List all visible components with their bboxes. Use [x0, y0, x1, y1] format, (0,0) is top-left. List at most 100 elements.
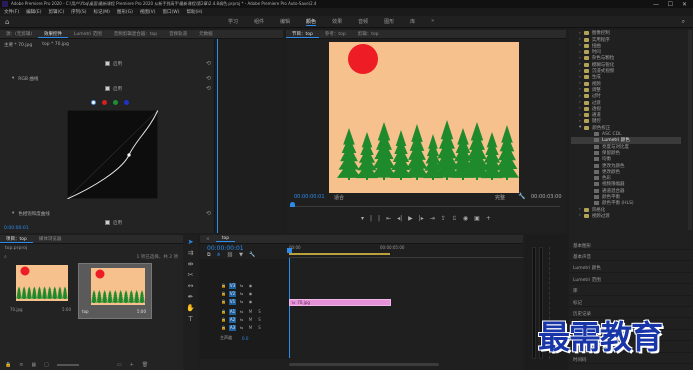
sync-lock-icon[interactable]: ⇆	[238, 325, 245, 331]
sync-lock-icon[interactable]: ⇆	[238, 309, 245, 315]
chevron-right-icon[interactable]: ›	[579, 43, 581, 48]
lock-icon[interactable]: 🔒	[220, 325, 227, 331]
enable-checkbox[interactable]	[105, 86, 110, 91]
rgb-curve-graph[interactable]	[67, 110, 158, 199]
chevron-right-icon[interactable]: ›	[579, 37, 581, 42]
menu-sequence[interactable]: 序列(S)	[71, 9, 86, 15]
reset-icon[interactable]: ⟲	[206, 60, 211, 67]
sync-lock-icon[interactable]: ⇆	[238, 291, 245, 297]
close-button[interactable]: ✕	[682, 1, 687, 8]
export-frame-icon[interactable]: ◉	[463, 215, 468, 222]
mark-clip-icon[interactable]: |	[378, 215, 380, 222]
snap-icon[interactable]: ⋔	[217, 252, 221, 258]
razor-tool-icon[interactable]: ✂	[186, 270, 195, 279]
menu-clip[interactable]: 剪辑(C)	[48, 9, 64, 15]
tab-metadata[interactable]: 元数据	[193, 31, 219, 37]
eye-icon[interactable]: ◉	[247, 283, 254, 289]
tab-audio-tracks[interactable]: 音频轨道	[163, 31, 193, 37]
track-target[interactable]: V3	[229, 283, 236, 289]
search-icon[interactable]: ⌕	[4, 254, 7, 260]
workspace-effects[interactable]: 效果	[332, 18, 342, 26]
workspace-color[interactable]: 颜色	[306, 18, 317, 26]
reset-icon[interactable]: ⟲	[206, 85, 211, 92]
step-back-icon[interactable]: ◂|	[397, 215, 402, 222]
chevron-right-icon[interactable]: ›	[579, 106, 581, 111]
source-clip-label[interactable]: 主要 * 70.jpg	[4, 42, 32, 48]
workspace-editing[interactable]: 编辑	[280, 18, 290, 26]
panel-tab-item[interactable]: 库	[569, 288, 693, 296]
slip-tool-icon[interactable]: ↔	[186, 281, 195, 290]
sync-lock-icon[interactable]: ⇆	[238, 299, 245, 305]
workspace-assembly[interactable]: 组件	[254, 18, 264, 26]
menu-edit[interactable]: 编辑(E)	[26, 9, 41, 15]
enable-checkbox[interactable]	[105, 61, 110, 66]
tab-effect-controls[interactable]: 效果控件	[38, 31, 69, 38]
play-icon[interactable]: ▶	[408, 215, 413, 222]
chevron-right-icon[interactable]: ›	[579, 207, 581, 212]
sequence-clip-label[interactable]: top * 70.jpg	[42, 42, 69, 47]
chevron-down-icon[interactable]: ▾	[579, 125, 581, 130]
sync-lock-icon[interactable]: ⇆	[238, 317, 245, 323]
zoom-slider[interactable]	[56, 364, 79, 366]
quality-dropdown[interactable]: 完整	[495, 194, 505, 201]
menu-file[interactable]: 文件(F)	[4, 9, 19, 15]
freeform-view-icon[interactable]: ▢	[44, 362, 49, 368]
list-view-icon[interactable]: ≡	[19, 362, 23, 368]
ripple-edit-tool-icon[interactable]: ⇹	[186, 259, 195, 268]
menu-view[interactable]: 视图(V)	[140, 9, 156, 15]
solo-button[interactable]: S	[256, 325, 263, 331]
go-to-out-icon[interactable]: ⇥	[430, 215, 435, 222]
lock-icon[interactable]: 🔒	[220, 291, 227, 297]
track-master[interactable]: 主声道 0.0	[220, 335, 284, 341]
panel-tab-item[interactable]: Lumetri 范围	[569, 276, 693, 285]
workspace-graphics[interactable]: 图形	[384, 18, 394, 26]
white-channel-icon[interactable]	[91, 100, 96, 105]
settings-icon[interactable]: 🔧	[249, 252, 255, 258]
enable-checkbox[interactable]	[105, 220, 110, 225]
mute-button[interactable]: M	[247, 325, 254, 331]
track-target[interactable]: A3	[229, 325, 236, 331]
chevron-right-icon[interactable]: ›	[579, 213, 581, 218]
mark-out-icon[interactable]: |	[370, 215, 372, 222]
extract-icon[interactable]: ⇫	[452, 215, 457, 222]
mute-button[interactable]: M	[247, 317, 254, 323]
fit-dropdown[interactable]: 适合	[334, 194, 344, 201]
track-a3[interactable]: 🔒 A3 ⇆ M S	[220, 325, 284, 331]
tab-media-browser[interactable]: 媒体浏览器	[33, 236, 68, 242]
mark-in-icon[interactable]: ▾	[361, 215, 364, 222]
track-select-tool-icon[interactable]: ⇉	[186, 248, 195, 257]
track-a2[interactable]: 🔒 A2 ⇆ M S	[220, 317, 284, 323]
timeline-hscroll[interactable]	[289, 363, 439, 366]
reset-icon[interactable]: ⟲	[206, 210, 211, 217]
project-item-selected[interactable]: top 5:00	[78, 263, 152, 319]
workspace-audio[interactable]: 音频	[358, 18, 368, 26]
green-channel-icon[interactable]	[113, 100, 118, 105]
track-v2[interactable]: 🔒 V2 ⇆ ◉	[220, 291, 280, 297]
solo-button[interactable]: S	[256, 309, 263, 315]
work-area-bar[interactable]	[289, 253, 390, 255]
clip-thumbnail[interactable]	[16, 265, 68, 301]
chevron-right-icon[interactable]: ›	[579, 50, 581, 55]
selection-tool-icon[interactable]: ➤	[186, 237, 195, 246]
search-icon[interactable]: ⌕	[682, 18, 685, 26]
track-target[interactable]: V1	[229, 299, 236, 305]
playhead-marker-icon[interactable]	[290, 202, 295, 207]
ec-hue-sat-row[interactable]: ▾ 色相饱和度曲线	[0, 210, 214, 217]
chevron-right-icon[interactable]: ›	[579, 62, 581, 67]
minimize-button[interactable]: —	[653, 1, 659, 8]
chevron-right-icon[interactable]: ›	[579, 119, 581, 124]
track-target[interactable]: A1	[229, 309, 236, 315]
lock-icon[interactable]: 🔒	[220, 309, 227, 315]
tab-project[interactable]: 项目：top	[0, 236, 33, 243]
linked-icon[interactable]: ⛓	[227, 252, 233, 258]
tab-lumetri-scopes[interactable]: Lumetri 范围	[68, 31, 108, 37]
timeline-timecode[interactable]: 00:00:00:01	[207, 245, 244, 252]
reset-icon[interactable]: ⟲	[206, 75, 211, 82]
chevron-right-icon[interactable]: ›	[579, 75, 581, 80]
solo-button[interactable]: S	[256, 317, 263, 323]
ec-rgb-curves-row[interactable]: ▾ RGB 曲线	[0, 75, 214, 82]
new-item-icon[interactable]: +	[130, 362, 134, 368]
tab-source[interactable]: 源：(无剪辑)	[0, 31, 38, 37]
menu-graphics[interactable]: 图形(G)	[117, 9, 133, 15]
tab-program[interactable]: 节目：top	[286, 31, 319, 38]
